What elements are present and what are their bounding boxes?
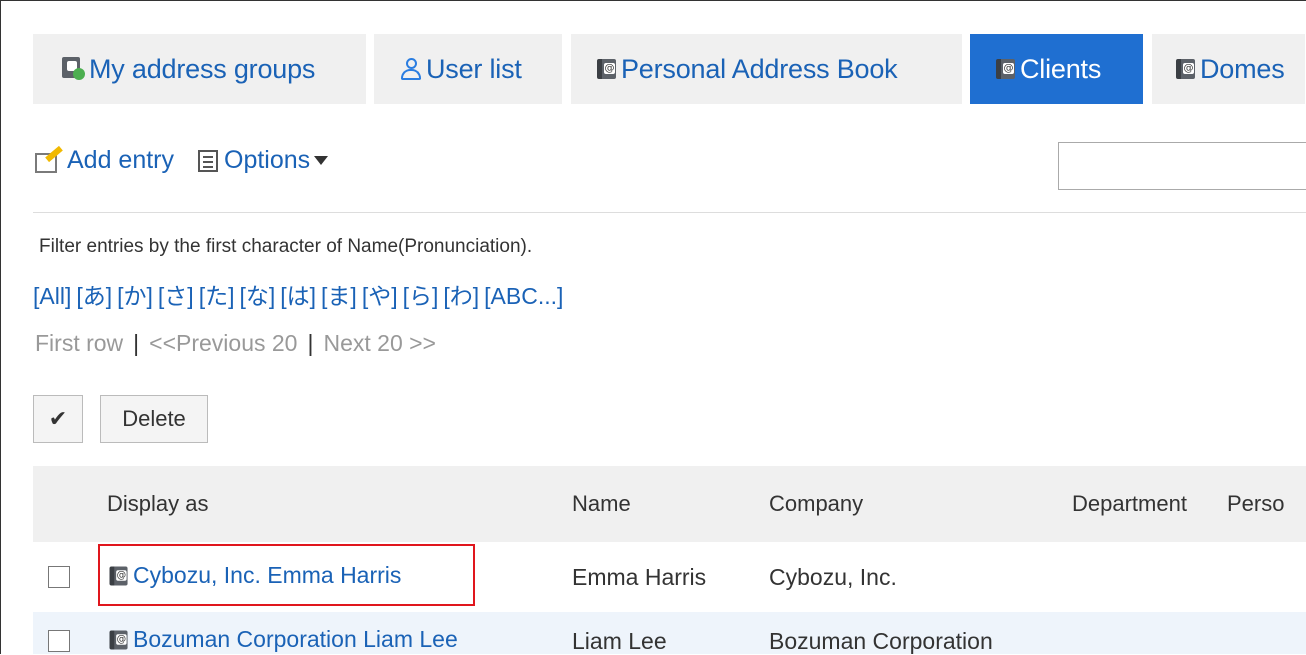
- separator: |: [307, 330, 314, 356]
- table-header: Display as Name Company Department Perso: [33, 466, 1306, 542]
- divider: [33, 212, 1306, 213]
- display-as-link[interactable]: @ Bozuman Corporation Liam Lee: [109, 626, 458, 653]
- tab-label: Domes: [1200, 54, 1285, 84]
- options-label: Options: [224, 146, 311, 174]
- cell-company: Bozuman Corporation: [769, 628, 993, 654]
- separator: |: [133, 330, 140, 356]
- display-as-text: Bozuman Corporation Liam Lee: [133, 626, 458, 652]
- select-all-button[interactable]: ✔: [33, 395, 83, 443]
- address-book-icon: @: [996, 58, 1016, 80]
- filter-link-ta[interactable]: [た]: [199, 283, 235, 309]
- filter-link-sa[interactable]: [さ]: [158, 283, 194, 309]
- tab-my-address-groups[interactable]: My address groups: [33, 34, 366, 104]
- previous-page-link: <<Previous 20: [149, 330, 298, 356]
- tab-personal-address-book[interactable]: @ Personal Address Book: [571, 34, 962, 104]
- chevron-down-icon: [314, 156, 329, 165]
- add-entry-label: Add entry: [67, 146, 175, 174]
- filter-link-ka[interactable]: [か]: [117, 283, 153, 309]
- row-checkbox[interactable]: [48, 566, 70, 588]
- tab-clients[interactable]: @ Clients: [970, 34, 1143, 104]
- row-checkbox[interactable]: [48, 630, 70, 652]
- tab-label: Personal Address Book: [621, 54, 898, 84]
- tab-domestic[interactable]: @ Domes: [1152, 34, 1305, 104]
- address-group-icon: [59, 57, 85, 81]
- column-personal[interactable]: Perso: [1227, 466, 1284, 542]
- filter-link-ra[interactable]: [ら]: [403, 283, 439, 309]
- pagination: First row | <<Previous 20 | Next 20 >>: [35, 330, 436, 357]
- highlight-box: [98, 544, 475, 606]
- first-row-link: First row: [35, 330, 124, 356]
- filter-link-na[interactable]: [な]: [239, 283, 275, 309]
- add-entry-button[interactable]: Add entry: [35, 145, 175, 175]
- checkmark-icon: ✔: [48, 406, 68, 431]
- tab-label: User list: [426, 54, 522, 84]
- column-company[interactable]: Company: [769, 466, 863, 542]
- filter-link-wa[interactable]: [わ]: [443, 283, 479, 309]
- filter-link-ha[interactable]: [は]: [280, 283, 316, 309]
- options-menu-button[interactable]: Options: [198, 146, 329, 175]
- address-book-icon: @: [1176, 58, 1196, 80]
- cell-name: Liam Lee: [572, 628, 667, 654]
- tab-user-list[interactable]: User list: [374, 34, 562, 104]
- filter-link-abc[interactable]: [ABC...]: [484, 283, 563, 309]
- cell-company: Cybozu, Inc.: [769, 564, 897, 590]
- search-input[interactable]: [1058, 142, 1306, 190]
- address-book-icon: @: [597, 58, 617, 80]
- user-icon: [400, 57, 422, 81]
- filter-link-ma[interactable]: [ま]: [321, 283, 357, 309]
- filter-link-ya[interactable]: [や]: [362, 283, 398, 309]
- list-icon: [198, 149, 219, 172]
- filter-description: Filter entries by the first character of…: [39, 236, 533, 257]
- table-row: @ Bozuman Corporation Liam Lee Liam Lee …: [33, 612, 1306, 654]
- column-name[interactable]: Name: [572, 466, 631, 542]
- delete-button[interactable]: Delete: [100, 395, 208, 443]
- address-book-icon: @: [109, 629, 129, 651]
- edit-icon: [35, 145, 65, 175]
- next-page-link: Next 20 >>: [323, 330, 436, 356]
- first-character-filter: [All] [あ] [か] [さ] [た] [な] [は] [ま] [や] [ら] [わ] [ABC.…: [33, 277, 568, 311]
- column-display-as[interactable]: Display as: [107, 466, 208, 542]
- toolbar: Add entry Options: [35, 145, 352, 175]
- filter-link-all[interactable]: [All]: [33, 283, 71, 309]
- column-department[interactable]: Department: [1072, 466, 1187, 542]
- tab-label: My address groups: [89, 54, 316, 84]
- tab-label: Clients: [1020, 54, 1102, 84]
- filter-link-a[interactable]: [あ]: [76, 283, 112, 309]
- cell-name: Emma Harris: [572, 564, 707, 590]
- delete-label: Delete: [122, 406, 186, 431]
